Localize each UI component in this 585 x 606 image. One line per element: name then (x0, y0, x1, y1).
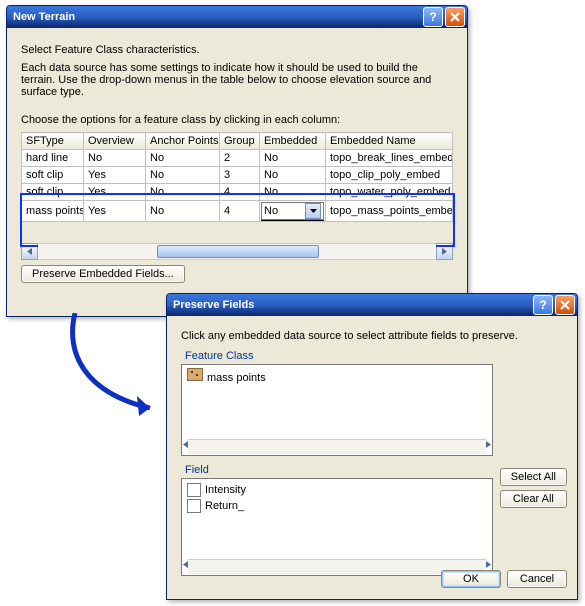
table-row[interactable]: soft clipYesNo3Notopo_clip_poly_embed (22, 167, 453, 184)
cancel-button[interactable]: Cancel (507, 570, 567, 588)
close-button[interactable] (445, 7, 465, 27)
titlebar[interactable]: Preserve Fields ? (167, 294, 577, 316)
titlebar[interactable]: New Terrain ? (7, 6, 467, 28)
cell[interactable]: No (146, 150, 220, 167)
close-button[interactable] (555, 295, 575, 315)
field-label: Field (185, 464, 491, 476)
field-item-label: Intensity (205, 484, 246, 496)
cell[interactable]: No (260, 184, 326, 201)
cell[interactable]: 4 (220, 201, 260, 222)
scroll-track[interactable] (38, 243, 436, 260)
scroll-left-button[interactable] (21, 243, 38, 260)
embedded-dropdown[interactable]: No (261, 202, 324, 220)
table-row-selected[interactable]: mass pointsYesNo4 No Yes No (22, 201, 453, 222)
annotation-arrow-icon (55, 313, 175, 423)
cell[interactable]: 4 (220, 184, 260, 201)
dropdown-value: No (264, 205, 278, 217)
field-checkbox-intensity[interactable]: Intensity (187, 482, 487, 498)
clear-all-button[interactable]: Clear All (500, 490, 567, 508)
feature-class-list[interactable]: mass points (181, 364, 493, 456)
preserve-instructions: Click any embedded data source to select… (181, 330, 563, 342)
feature-class-item[interactable]: mass points (187, 368, 487, 384)
intro-line-2: Each data source has some settings to in… (21, 62, 453, 98)
col-group[interactable]: Group (220, 133, 260, 150)
preserve-fields-dialog: Preserve Fields ? Click any embedded dat… (166, 293, 578, 600)
multipoint-icon (187, 368, 203, 381)
col-overview[interactable]: Overview (84, 133, 146, 150)
cell[interactable]: Yes (84, 201, 146, 222)
embedded-dropdown-cell[interactable]: No Yes No (260, 201, 326, 222)
field-checkbox-return[interactable]: Return_ (187, 498, 487, 514)
cell[interactable]: No (84, 150, 146, 167)
select-all-button[interactable]: Select All (500, 468, 567, 486)
table-header-row: SFType Overview Anchor Points Group Embe… (22, 133, 453, 150)
preserve-embedded-button[interactable]: Preserve Embedded Fields... (21, 265, 185, 283)
cell[interactable]: Yes (84, 167, 146, 184)
col-sftype[interactable]: SFType (22, 133, 84, 150)
cell[interactable]: 3 (220, 167, 260, 184)
feature-class-label: Feature Class (185, 350, 563, 362)
intro-line-3: Choose the options for a feature class b… (21, 114, 453, 126)
col-embedded[interactable]: Embedded (260, 133, 326, 150)
cell[interactable]: No (146, 167, 220, 184)
ok-button[interactable]: OK (441, 570, 501, 588)
scroll-right-button[interactable] (486, 439, 491, 454)
feature-class-table: SFType Overview Anchor Points Group Embe… (21, 132, 453, 222)
table-row[interactable]: hard lineNoNo2Notopo_break_lines_embed (22, 150, 453, 167)
cell[interactable]: topo_break_lines_embed (326, 150, 453, 167)
dialog-title: New Terrain (13, 11, 421, 23)
scroll-right-button[interactable] (436, 243, 453, 260)
dropdown-option-yes[interactable]: Yes (262, 221, 323, 222)
new-terrain-dialog: New Terrain ? Select Feature Class chara… (6, 5, 468, 317)
cell[interactable]: soft clip (22, 167, 84, 184)
help-button[interactable]: ? (423, 7, 443, 27)
help-button[interactable]: ? (533, 295, 553, 315)
dialog-title: Preserve Fields (173, 299, 531, 311)
cell[interactable]: No (146, 201, 220, 222)
cell[interactable]: No (146, 184, 220, 201)
list-h-scrollbar[interactable] (183, 439, 491, 454)
table-h-scrollbar[interactable] (21, 244, 453, 259)
cell[interactable]: soft clip (22, 184, 84, 201)
cell[interactable]: topo_clip_poly_embed (326, 167, 453, 184)
chevron-down-icon[interactable] (305, 203, 321, 219)
cell[interactable]: No (260, 167, 326, 184)
cell[interactable]: Yes (84, 184, 146, 201)
intro-text: Select Feature Class characteristics. Ea… (21, 44, 453, 126)
cell[interactable]: topo_mass_points_embed (326, 201, 453, 222)
cell[interactable]: hard line (22, 150, 84, 167)
cell[interactable]: 2 (220, 150, 260, 167)
field-list[interactable]: Intensity Return_ (181, 478, 493, 576)
checkbox-icon[interactable] (187, 483, 201, 497)
col-anchor[interactable]: Anchor Points (146, 133, 220, 150)
table-row[interactable]: soft clipYesNo4Notopo_water_poly_embed (22, 184, 453, 201)
feature-item-label: mass points (207, 372, 266, 384)
col-embname[interactable]: Embedded Name (326, 133, 453, 150)
cell[interactable]: No (260, 150, 326, 167)
field-item-label: Return_ (205, 500, 244, 512)
intro-line-1: Select Feature Class characteristics. (21, 44, 453, 56)
checkbox-icon[interactable] (187, 499, 201, 513)
dropdown-list: Yes No (261, 220, 324, 222)
cell[interactable]: topo_water_poly_embed (326, 184, 453, 201)
cell[interactable]: mass points (22, 201, 84, 222)
